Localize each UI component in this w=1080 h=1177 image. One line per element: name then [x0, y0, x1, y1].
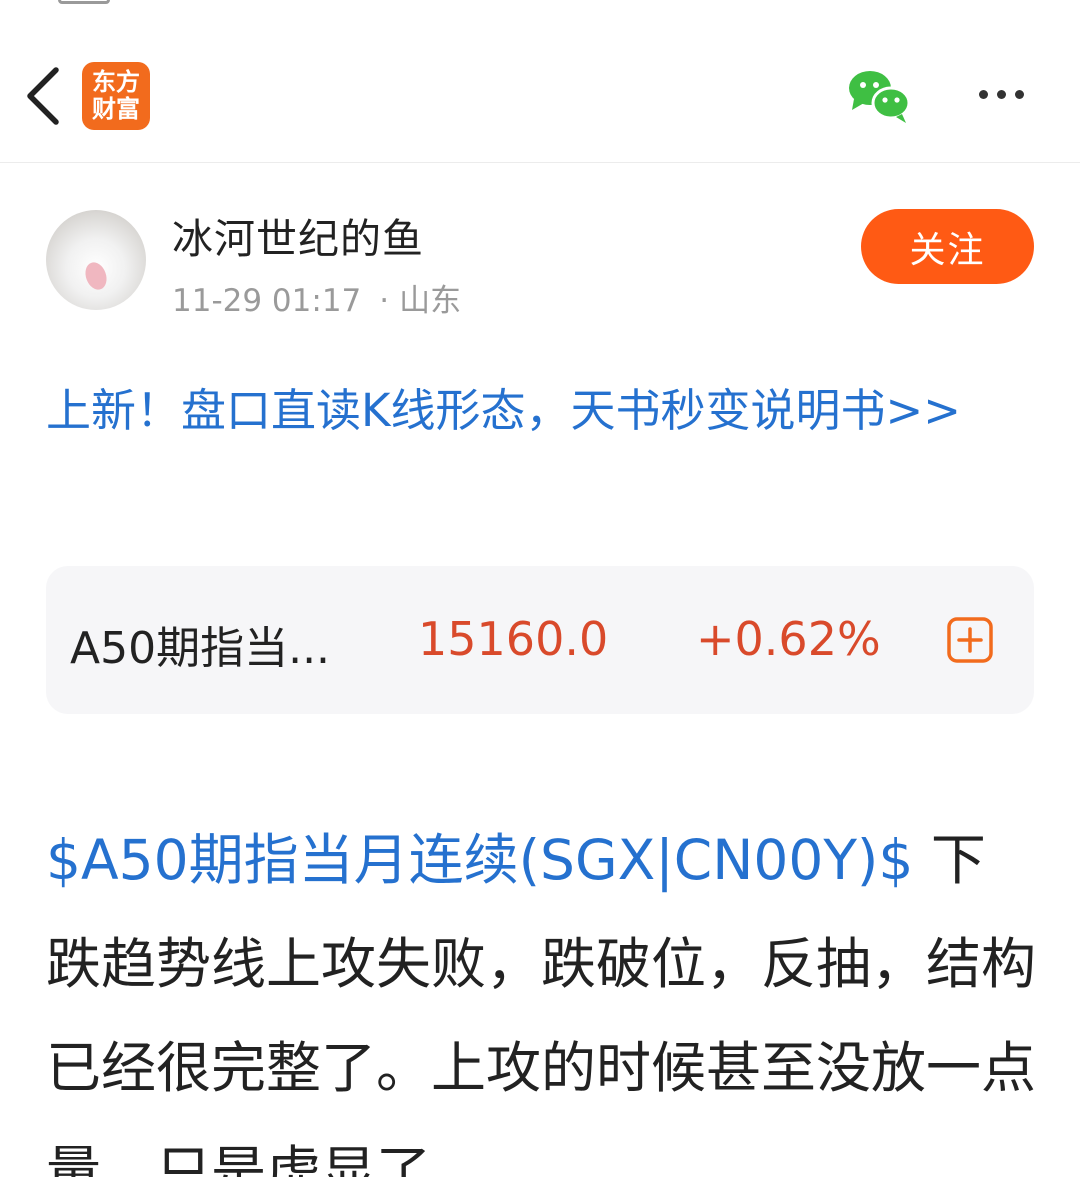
post-datetime: 11-29 01:17: [172, 283, 362, 319]
add-to-watchlist-button[interactable]: [946, 616, 994, 664]
plus-square-icon: [947, 617, 993, 663]
more-dots-icon: [1014, 89, 1024, 99]
post-location: 山东: [399, 283, 462, 319]
author-name[interactable]: 冰河世纪的鱼: [172, 205, 424, 265]
stock-quote-card[interactable]: A50期指当... 15160.0 +0.62%: [46, 566, 1034, 714]
stock-name: A50期指当...: [70, 623, 331, 674]
eastmoney-logo[interactable]: 东方 财富: [82, 62, 150, 130]
promo-link[interactable]: 上新！盘口直读K线形态，天书秒变说明书>>: [46, 372, 1036, 450]
post-detail-page: 东方 财富 冰河世纪的鱼 11-29 01:17 · 山东 关注 上新！盘口直读…: [0, 0, 1080, 1177]
post-meta: 11-29 01:17 · 山东: [172, 275, 461, 320]
stock-tag-link[interactable]: $A50期指当月连续(SGX|CN00Y)$: [46, 828, 913, 892]
more-dots-icon: [996, 89, 1006, 99]
meta-separator: ·: [379, 283, 390, 319]
follow-button[interactable]: 关注: [861, 209, 1034, 284]
more-dots-icon: [978, 89, 988, 99]
status-bar-icon: [58, 0, 110, 4]
logo-text-line1: 东方: [92, 68, 140, 96]
stock-change-percent: +0.62%: [696, 612, 881, 666]
stock-price: 15160.0: [418, 612, 609, 666]
more-options-button[interactable]: [968, 74, 1034, 114]
top-navigation-bar: 东方 财富: [0, 40, 1080, 163]
post-body: $A50期指当月连续(SGX|CN00Y)$ 下跌趋势线上攻失败，跌破位，反抽，…: [46, 808, 1038, 1177]
wechat-share-button[interactable]: [844, 66, 914, 126]
back-button[interactable]: [18, 62, 74, 130]
avatar-image-detail: [81, 259, 111, 293]
chevron-left-icon: [27, 67, 59, 125]
author-avatar[interactable]: [46, 210, 146, 310]
wechat-icon: [849, 71, 911, 123]
logo-text-line2: 财富: [92, 95, 140, 123]
